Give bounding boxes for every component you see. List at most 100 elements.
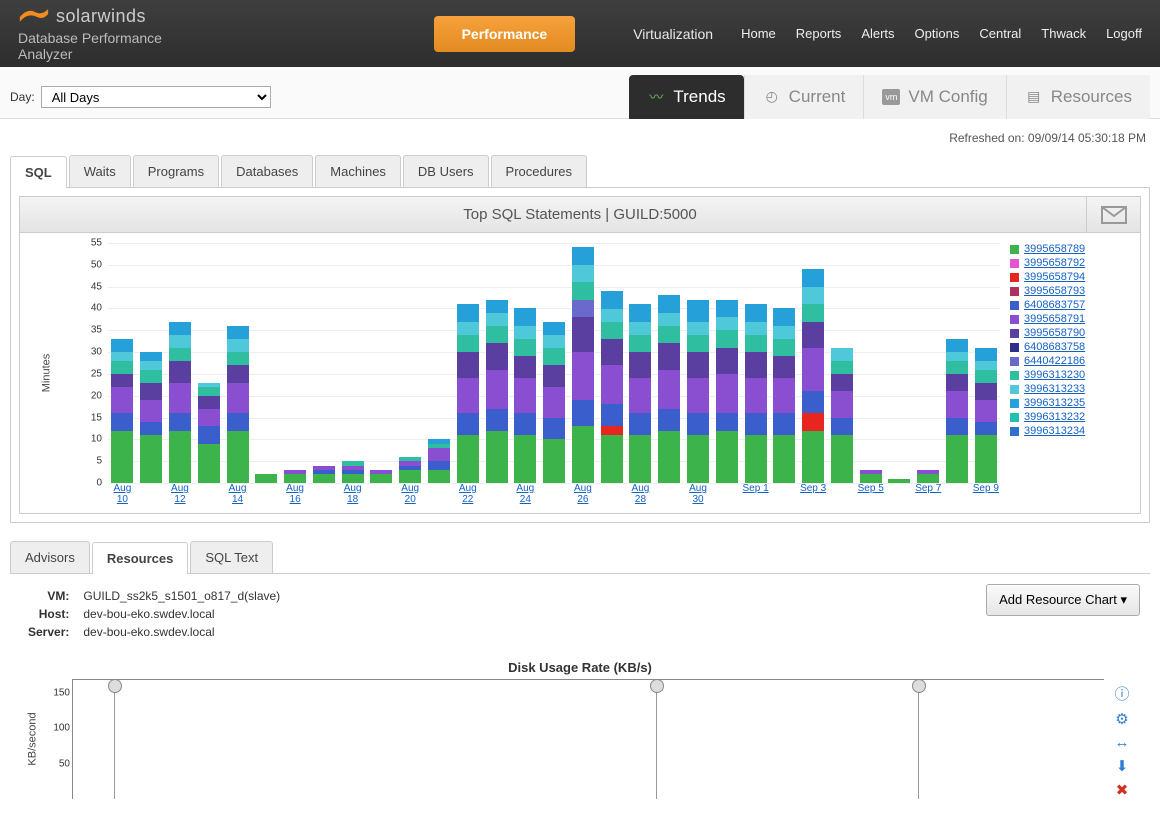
bar-aug-28[interactable] [626,243,655,483]
resources-panel: Add Resource Chart ▾ VM:GUILD_ss2k5_s150… [10,574,1150,811]
bar-aug-24[interactable] [511,243,540,483]
xtick-aug-28[interactable]: Aug 28 [626,483,655,503]
xtick-aug-24[interactable]: Aug 24 [511,483,540,503]
dim-tab-machines[interactable]: Machines [315,155,401,187]
legend-item-6408683757[interactable]: 6408683757 [1010,299,1130,311]
legend-item-6440422186[interactable]: 6440422186 [1010,355,1130,367]
legend-item-3995658789[interactable]: 3995658789 [1010,243,1130,255]
bar-aug-18[interactable] [338,243,367,483]
bar-aug-22[interactable] [453,243,482,483]
bar-aug-12[interactable] [166,243,195,483]
bar-aug-10[interactable] [108,243,137,483]
xtick-aug-18[interactable]: Aug 18 [338,483,367,503]
lower-tab-sql-text[interactable]: SQL Text [190,541,273,573]
xtick-aug-16[interactable]: Aug 16 [281,483,310,503]
xtick-sep-1[interactable]: Sep 1 [741,483,770,503]
bar-aug-17[interactable] [309,243,338,483]
performance-pill[interactable]: Performance [434,16,576,52]
email-icon[interactable] [1086,197,1140,232]
nav-home[interactable]: Home [741,26,776,41]
xtick-aug-12[interactable]: Aug 12 [166,483,195,503]
lower-tab-advisors[interactable]: Advisors [10,541,90,573]
disk-area-chart[interactable] [72,679,1104,799]
legend-item-3995658794[interactable]: 3995658794 [1010,271,1130,283]
dim-tab-procedures[interactable]: Procedures [491,155,587,187]
tab-resources[interactable]: ▤ Resources [1006,75,1150,119]
dim-tab-sql[interactable]: SQL [10,156,67,188]
bar-aug-30[interactable] [684,243,713,483]
lower-tab-resources[interactable]: Resources [92,542,188,574]
xtick-aug-20[interactable]: Aug 20 [396,483,425,503]
bar-sep-3[interactable] [799,243,828,483]
bar-aug-16[interactable] [281,243,310,483]
bar-aug-15[interactable] [252,243,281,483]
bar-aug-26[interactable] [569,243,598,483]
chart-marker-2[interactable] [918,680,919,799]
dim-tab-waits[interactable]: Waits [69,155,131,187]
bar-sep-2[interactable] [770,243,799,483]
disk-chart-title: Disk Usage Rate (KB/s) [20,660,1140,675]
dim-tab-db-users[interactable]: DB Users [403,155,489,187]
legend-item-3995658791[interactable]: 3995658791 [1010,313,1130,325]
bar-aug-20[interactable] [396,243,425,483]
bar-aug-19[interactable] [367,243,396,483]
nav-alerts[interactable]: Alerts [861,26,894,41]
gear-icon[interactable]: ⚙ [1115,710,1128,728]
tab-trends[interactable]: 〰 Trends [629,75,743,119]
xtick-sep-3[interactable]: Sep 3 [799,483,828,503]
bar-aug-29[interactable] [655,243,684,483]
bar-sep-6[interactable] [885,243,914,483]
virtualization-pill[interactable]: Virtualization [605,16,741,52]
download-icon[interactable]: ⬇ [1116,757,1129,775]
info-icon[interactable]: ⓘ [1114,683,1129,704]
bar-aug-25[interactable] [540,243,569,483]
legend-item-3996313233[interactable]: 3996313233 [1010,383,1130,395]
bar-sep-1[interactable] [741,243,770,483]
xtick-aug-22[interactable]: Aug 22 [453,483,482,503]
bar-sep-5[interactable] [856,243,885,483]
legend-item-3996313230[interactable]: 3996313230 [1010,369,1130,381]
bar-sep-8[interactable] [943,243,972,483]
bar-sep-9[interactable] [971,243,1000,483]
add-resource-chart-button[interactable]: Add Resource Chart ▾ [986,584,1140,616]
bar-aug-23[interactable] [482,243,511,483]
xtick-sep-7[interactable]: Sep 7 [914,483,943,503]
legend-item-3996313234[interactable]: 3996313234 [1010,425,1130,437]
nav-logoff[interactable]: Logoff [1106,26,1142,41]
legend-item-3995658790[interactable]: 3995658790 [1010,327,1130,339]
bar-aug-13[interactable] [194,243,223,483]
resize-horiz-icon[interactable]: ↔ [1115,734,1130,751]
chart-marker-0[interactable] [114,680,115,799]
close-icon[interactable]: ✖ [1116,781,1129,799]
xtick-sep-9[interactable]: Sep 9 [971,483,1000,503]
nav-central[interactable]: Central [979,26,1021,41]
dim-tab-programs[interactable]: Programs [133,155,219,187]
legend-item-3995658793[interactable]: 3995658793 [1010,285,1130,297]
nav-options[interactable]: Options [915,26,960,41]
day-select[interactable]: All Days [41,86,271,108]
bar-aug-21[interactable] [425,243,454,483]
xtick-sep-5[interactable]: Sep 5 [856,483,885,503]
bar-aug-31[interactable] [712,243,741,483]
legend-item-3995658792[interactable]: 3995658792 [1010,257,1130,269]
dim-tab-databases[interactable]: Databases [221,155,313,187]
nav-reports[interactable]: Reports [796,26,842,41]
tab-vmconfig[interactable]: vm VM Config [863,75,1005,119]
bar-aug-14[interactable] [223,243,252,483]
xtick-aug-10[interactable]: Aug 10 [108,483,137,503]
server-name: dev-bou-eko.swdev.local [77,624,286,640]
legend-item-3996313232[interactable]: 3996313232 [1010,411,1130,423]
bar-aug-27[interactable] [597,243,626,483]
bar-sep-4[interactable] [828,243,857,483]
bar-sep-7[interactable] [914,243,943,483]
xtick-aug-30[interactable]: Aug 30 [684,483,713,503]
xtick-aug-14[interactable]: Aug 14 [223,483,252,503]
tab-current[interactable]: ◴ Current [744,75,864,119]
trends-icon: 〰 [647,89,665,105]
nav-thwack[interactable]: Thwack [1041,26,1086,41]
legend-item-6408683758[interactable]: 6408683758 [1010,341,1130,353]
legend-item-3996313235[interactable]: 3996313235 [1010,397,1130,409]
bar-aug-11[interactable] [137,243,166,483]
xtick-aug-26[interactable]: Aug 26 [569,483,598,503]
chart-marker-1[interactable] [656,680,657,799]
